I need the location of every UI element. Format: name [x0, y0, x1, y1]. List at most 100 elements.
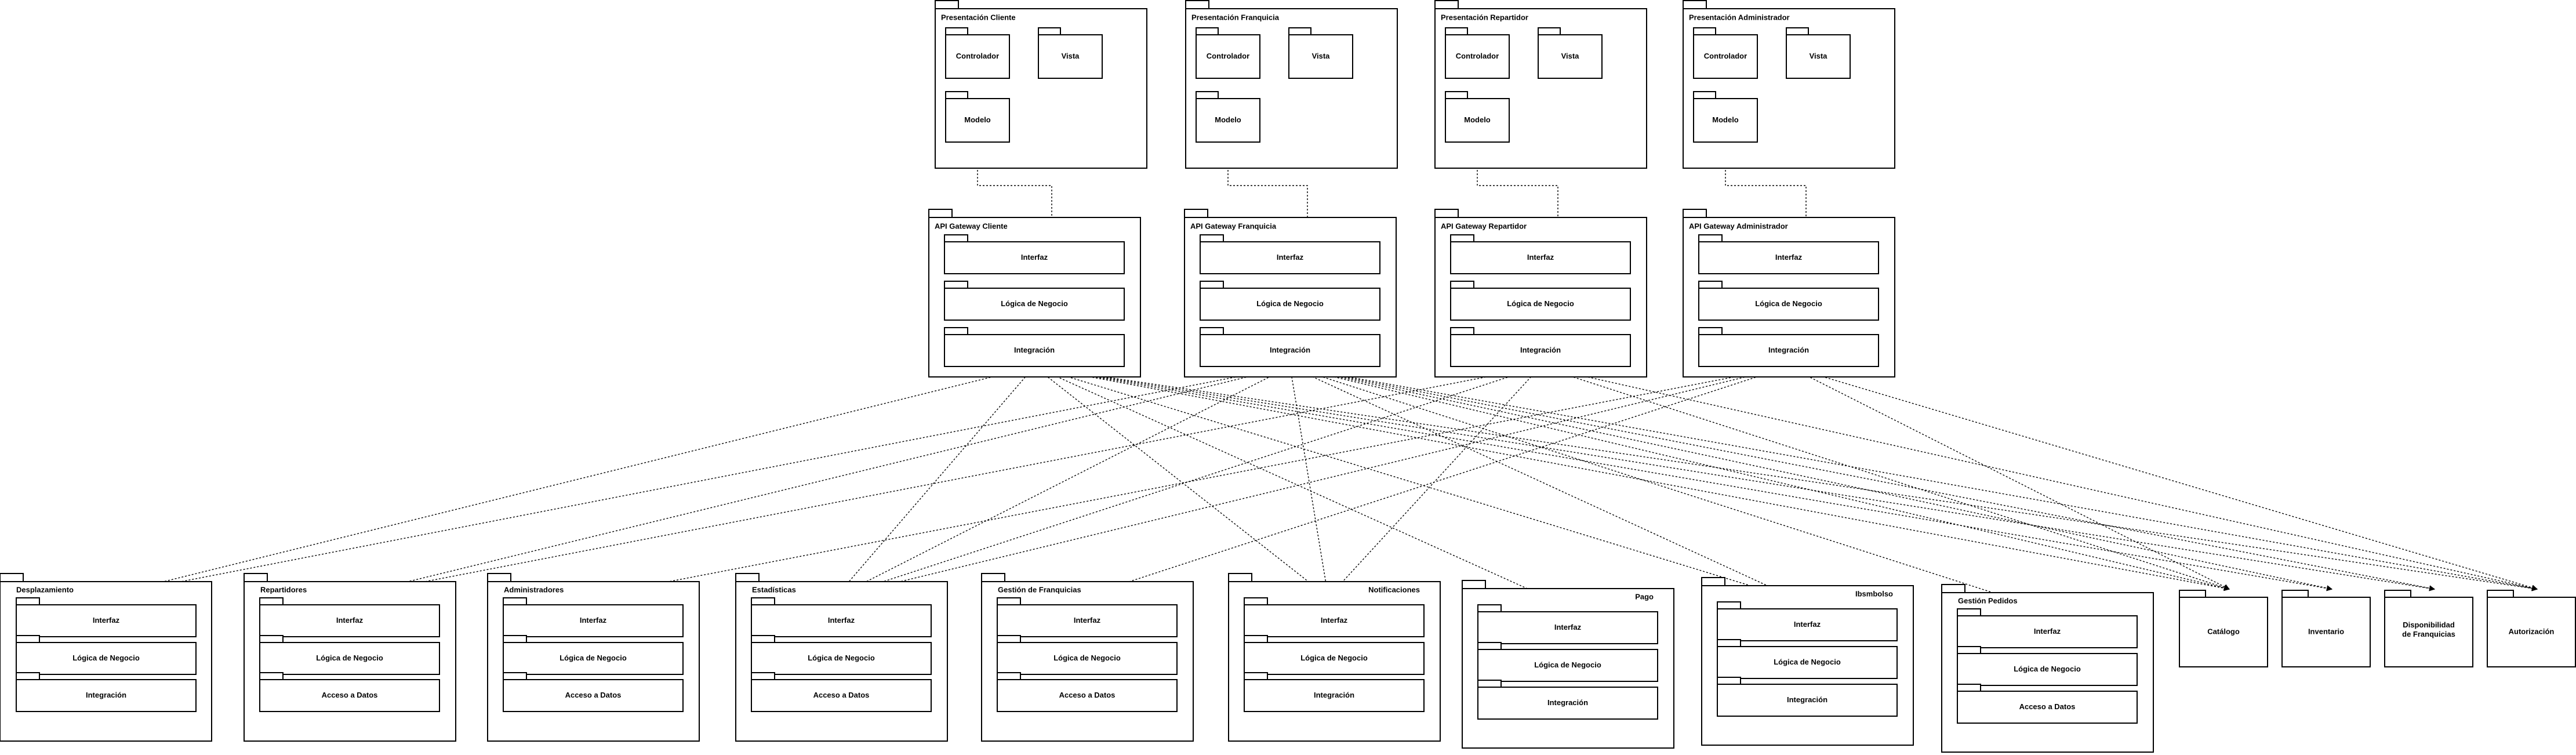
gateway-to-component-arrow [1289, 366, 2435, 591]
gateway-to-component-arrow [1034, 366, 2332, 591]
package-tab [945, 91, 968, 99]
package-tab [1698, 281, 1723, 289]
package-tab [1786, 27, 1809, 35]
modelo-package: Modelo [1693, 91, 1758, 143]
package-tab [2179, 590, 2206, 598]
modelo-label: Modelo [1215, 115, 1241, 124]
package-tab [1477, 680, 1502, 688]
controlador-package: Controlador [1445, 27, 1510, 79]
gateway-to-service-arrow [1034, 366, 1329, 598]
vista-package: Vista [1538, 27, 1603, 79]
package-tab [1698, 327, 1723, 335]
component-package-inventario: Inventario [2281, 590, 2371, 667]
package-title: Pago [1635, 592, 1654, 601]
service-package-pago: Pago Interfaz Lógica de Negocio Integración [1462, 580, 1674, 749]
package-tab [503, 635, 527, 643]
layer-label: Interfaz [1321, 616, 1348, 625]
layer-label: Integración [1787, 695, 1827, 704]
gateway-package-3: API Gateway Administrador Interfaz Lógica … [1683, 209, 1895, 378]
layer-label: Interfaz [1794, 620, 1821, 629]
layer-label: Interfaz [1554, 623, 1582, 631]
package-tab [244, 573, 268, 582]
package-tab [1244, 597, 1268, 605]
package-title: API Gateway Repartidor [1441, 222, 1527, 230]
package-tab [1445, 91, 1468, 99]
vista-label: Vista [1312, 52, 1331, 60]
layer-label: Interfaz [1775, 253, 1803, 262]
component-package-disponibilidad-de-franquicias: Disponibilidad de Franquicias [2384, 590, 2473, 667]
package-tab [1196, 91, 1219, 99]
layer-label: Lógica de Negocio [1053, 654, 1121, 662]
package-tab [1200, 234, 1224, 242]
package-title: Estadísticas [752, 585, 796, 594]
package-tab [735, 573, 760, 582]
gateway-to-service-arrow [1034, 366, 1802, 603]
package-tab [0, 573, 24, 582]
package-tab [1717, 601, 1741, 609]
package-tab [1434, 209, 1459, 218]
service-package-gestion-pedidos: Gestión Pedidos Interfaz Lógica de Negocio… [1941, 584, 2154, 753]
gateway-to-service-arrow [1289, 366, 1802, 602]
package-title: Presentación Administrador [1689, 13, 1790, 21]
package-tab [944, 281, 968, 289]
layer-label: Interfaz [93, 616, 120, 625]
package-tab [1717, 639, 1741, 647]
package-tab [1477, 642, 1502, 650]
package-tab [2384, 590, 2411, 598]
package-tab [1450, 327, 1474, 335]
layer-label: Interfaz [580, 616, 607, 625]
layer-label: Lógica de Negocio [72, 654, 140, 662]
package-tab [1228, 573, 1252, 582]
layer-label: Lógica de Negocio [316, 654, 383, 662]
package-tab [1701, 577, 1725, 586]
package-tab [1445, 27, 1468, 35]
layer-label: Integración [86, 691, 126, 699]
service-package-administradores: Administradores Interfaz Lógica de Negocio… [487, 573, 700, 742]
controlador-label: Controlador [1704, 52, 1747, 60]
package-title: Presentación Repartidor [1441, 13, 1528, 21]
vista-label: Vista [1062, 52, 1080, 60]
package-tab [751, 635, 775, 643]
component-package-catalogo: Catálogo [2179, 590, 2268, 667]
service-package-estadisticas: Estadísticas Interfaz Lógica de Negocio Acc… [735, 573, 948, 742]
gateway-to-service-arrow [835, 366, 1291, 598]
layer-label: Integración [1768, 346, 1809, 354]
package-tab [1462, 580, 1486, 589]
package-tab [1244, 635, 1268, 643]
package-title: API Gateway Cliente [935, 222, 1008, 230]
package-tab [944, 327, 968, 335]
layer-label: Interfaz [2034, 627, 2061, 636]
layer-label: Lógica de Negocio [1774, 658, 1841, 666]
package-tab [751, 597, 775, 605]
layer-label: Lógica de Negocio [1755, 299, 1822, 308]
gateway-to-component-arrow [1788, 366, 2538, 591]
package-tab [487, 573, 511, 582]
vista-package: Vista [1038, 27, 1103, 79]
component-label: Inventario [2308, 627, 2344, 636]
package-tab [1693, 91, 1716, 99]
package-tab [1288, 27, 1311, 35]
package-tab [503, 672, 527, 680]
gateway-to-component-arrow [1540, 366, 2538, 591]
package-tab [1717, 677, 1741, 685]
package-title: Gestión de Franquicias [998, 585, 1081, 594]
layer-label: Integración [1314, 691, 1354, 699]
layer-label: Integración [1014, 346, 1055, 354]
component-package-autorizacion: Autorización [2487, 590, 2576, 667]
layer-label: Integración [1547, 698, 1588, 707]
component-label: Autorización [2509, 627, 2555, 636]
package-tab [1200, 281, 1224, 289]
packages: Presentación Cliente Controlador Vista Mode… [0, 0, 2576, 753]
package-tab [1450, 281, 1474, 289]
gateway-to-component-arrow [1289, 366, 2230, 591]
gateway-to-service-arrow [587, 366, 1789, 600]
package-tab [2281, 590, 2309, 598]
package-title: API Gateway Administrador [1689, 222, 1788, 230]
presentation-package-3: Presentación Administrador Controlador Vis… [1683, 0, 1895, 169]
controlador-label: Controlador [1207, 52, 1249, 60]
layer-label: Acceso a Datos [2019, 702, 2076, 711]
layer-label: Integración [1520, 346, 1561, 354]
gateway-to-service-arrow [100, 366, 1035, 599]
package-tab [259, 635, 284, 643]
gateway-to-component-arrow [1034, 366, 2230, 591]
